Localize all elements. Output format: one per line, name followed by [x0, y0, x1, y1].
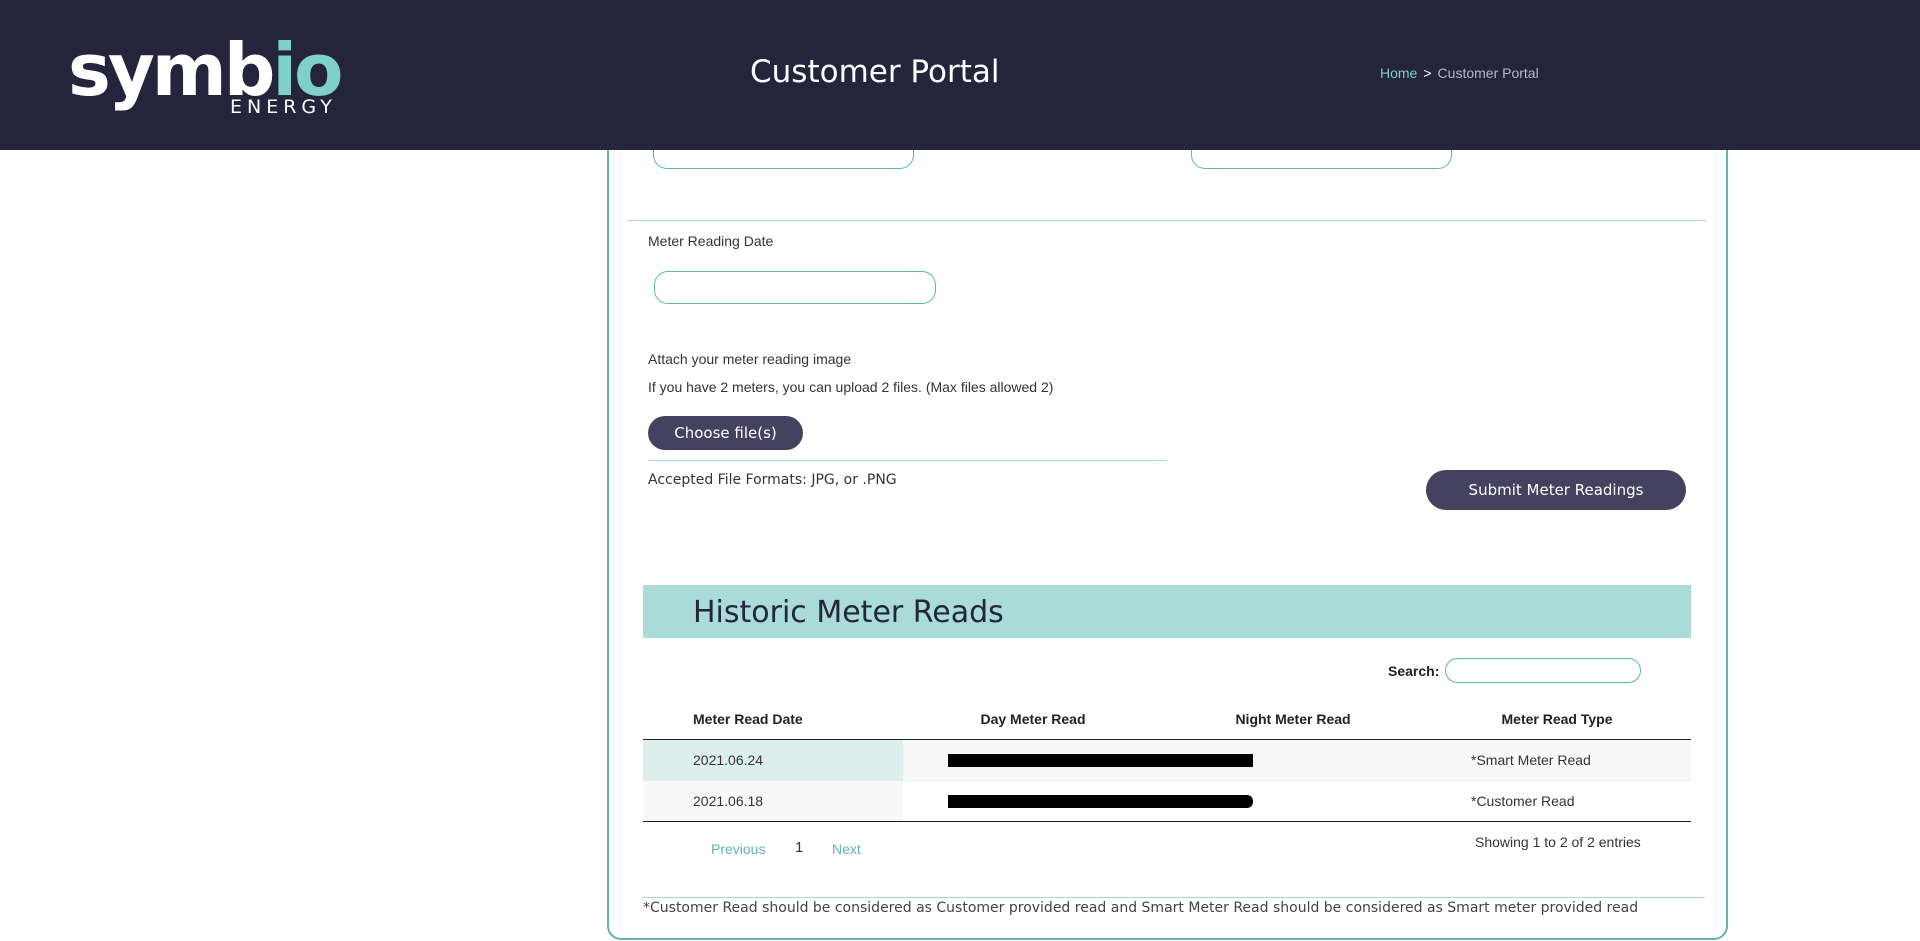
symbio-logo[interactable]: symbio ENERGY — [68, 28, 348, 120]
pagination-previous[interactable]: Previous — [711, 841, 765, 857]
column-header-day-read[interactable]: Day Meter Read — [903, 700, 1163, 740]
table-header-row: Meter Read Date Day Meter Read Night Met… — [643, 700, 1691, 740]
table-row: 2021.06.18 *Customer Read — [643, 780, 1691, 822]
breadcrumb-separator: > — [1423, 65, 1432, 81]
pagination-next-wrap: Next — [832, 841, 861, 857]
redacted-reading-cell — [903, 780, 1423, 822]
column-header-read-date[interactable]: Meter Read Date — [643, 700, 903, 740]
upload-divider — [648, 460, 1167, 461]
breadcrumb-current: Customer Portal — [1437, 65, 1539, 81]
site-header: symbio ENERGY Customer Portal Home > Custo… — [0, 0, 1920, 150]
historic-reads-header: Historic Meter Reads — [643, 585, 1691, 638]
breadcrumb-home-link[interactable]: Home — [1380, 65, 1417, 81]
pagination-next[interactable]: Next — [832, 841, 861, 857]
column-header-night-read[interactable]: Night Meter Read — [1163, 700, 1423, 740]
choose-files-button[interactable]: Choose file(s) — [648, 416, 803, 450]
table-row: 2021.06.24 *Smart Meter Read — [643, 739, 1691, 781]
logo-subtitle: ENERGY — [230, 96, 337, 118]
attach-image-label: Attach your meter reading image — [648, 351, 852, 367]
search-label: Search: — [1388, 663, 1440, 679]
breadcrumb: Home > Customer Portal — [1380, 65, 1539, 81]
footnote-divider — [643, 897, 1705, 898]
historic-reads-title: Historic Meter Reads — [693, 595, 1004, 630]
pagination: Previous — [711, 841, 765, 857]
read-type-footnote: *Customer Read should be considered as C… — [643, 900, 1639, 916]
page-title: Customer Portal — [750, 54, 1000, 90]
read-date-cell: 2021.06.18 — [643, 780, 903, 822]
submit-meter-readings-button[interactable]: Submit Meter Readings — [1426, 470, 1686, 510]
form-divider — [628, 220, 1706, 221]
column-header-read-type[interactable]: Meter Read Type — [1423, 700, 1691, 740]
pagination-current-wrap: 1 — [795, 839, 803, 856]
historic-reads-table: Meter Read Date Day Meter Read Night Met… — [643, 700, 1691, 822]
meter-reading-date-label: Meter Reading Date — [648, 233, 774, 249]
accepted-formats-note: Accepted File Formats: JPG, or .PNG — [648, 472, 897, 488]
read-date-cell: 2021.06.24 — [643, 739, 903, 781]
redacted-reading-cell — [903, 739, 1423, 781]
redaction-bar — [948, 754, 1253, 768]
read-type-cell: *Smart Meter Read — [1423, 739, 1691, 781]
read-type-cell: *Customer Read — [1423, 780, 1691, 822]
attach-image-hint: If you have 2 meters, you can upload 2 f… — [648, 379, 1054, 395]
entries-info: Showing 1 to 2 of 2 entries — [1475, 834, 1641, 850]
meter-reading-date-input[interactable] — [654, 271, 936, 304]
search-input[interactable] — [1445, 658, 1641, 683]
pagination-current-page[interactable]: 1 — [795, 839, 803, 856]
redaction-bar — [948, 795, 1253, 809]
